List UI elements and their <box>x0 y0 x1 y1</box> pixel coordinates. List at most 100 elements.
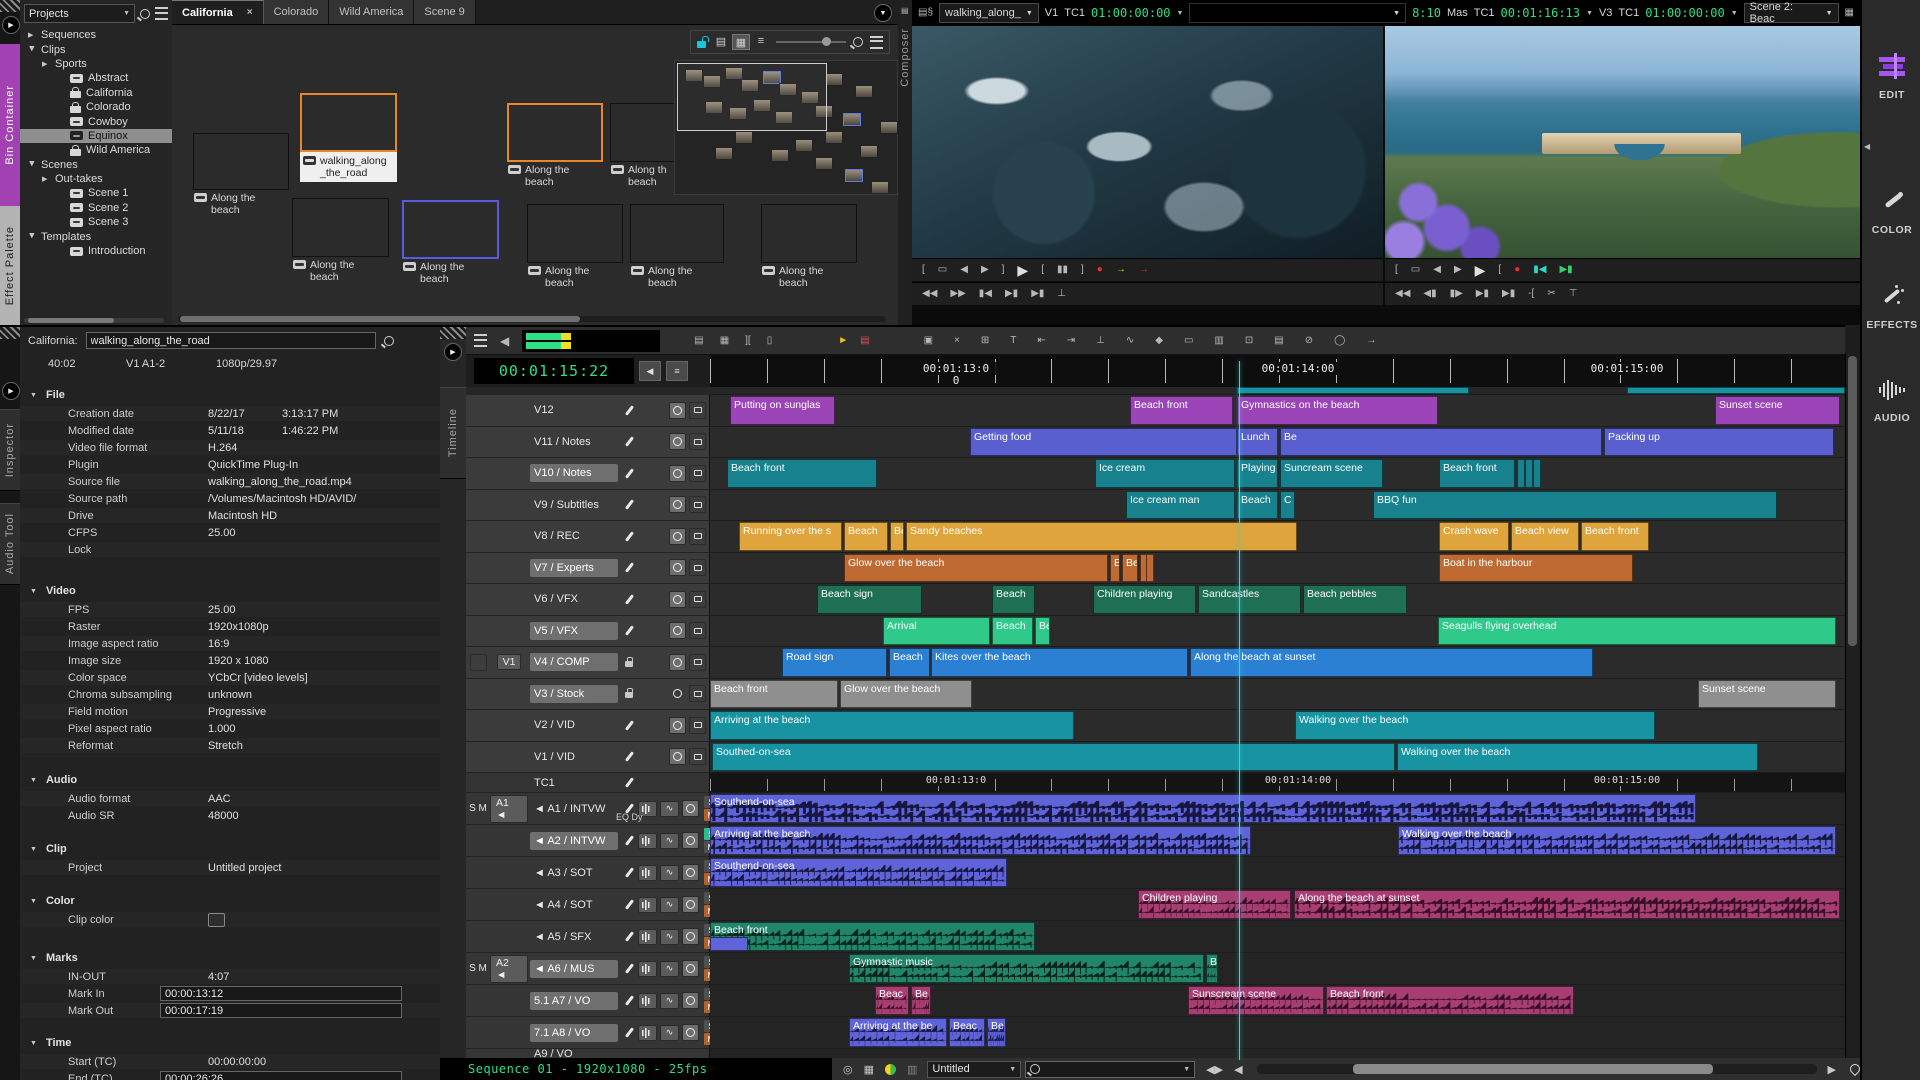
collapse-arrow-icon[interactable]: ◀ <box>1864 142 1870 151</box>
rewind-icon[interactable]: ◀◀ <box>922 289 937 299</box>
clip-lunch[interactable]: Lunch <box>1237 428 1278 457</box>
clip-color-checkbox[interactable] <box>208 913 225 927</box>
search-icon[interactable] <box>140 9 150 19</box>
track-name-button[interactable]: ◄ A2 / INTVW <box>530 832 618 850</box>
smart-tool-segment-icon[interactable]: ▤ <box>860 336 869 346</box>
tree-item-sports[interactable]: ▶Sports <box>20 57 172 71</box>
clip-bbq-fun[interactable]: BBQ fun <box>1373 491 1777 520</box>
patch-button[interactable]: V1 <box>497 654 522 670</box>
overwrite-icon[interactable]: → <box>1139 265 1149 275</box>
pen-icon[interactable] <box>624 963 633 974</box>
bin-clip-along-the-beach[interactable]: Along the beach <box>630 204 724 291</box>
cut-icon[interactable]: × <box>954 336 960 346</box>
patch-button[interactable]: A1 ◄ <box>490 795 528 823</box>
record-monitor-icon[interactable] <box>689 496 706 513</box>
audio-out-icon[interactable]: ▶▮ <box>1559 265 1572 275</box>
audio-clip-along-the-beach-at-sunset[interactable]: Along the beach at sunset <box>1294 890 1840 919</box>
scroll-right-icon[interactable]: ▶ <box>1828 1063 1836 1076</box>
film-icon[interactable]: ▦ <box>1845 8 1854 18</box>
automation-icon[interactable]: ∿ <box>660 865 679 881</box>
track-name-button[interactable]: V6 / VFX <box>530 590 618 608</box>
filmstrip-icon[interactable]: ▤ <box>694 336 703 346</box>
tree-item-cowboy[interactable]: Cowboy <box>20 114 172 128</box>
color-indicator-icon[interactable] <box>885 1064 896 1075</box>
track-name-button[interactable]: V2 / VID <box>530 716 618 734</box>
panel-play-button[interactable]: ▶ <box>2 16 20 34</box>
clip-beach[interactable]: Beach <box>992 617 1033 646</box>
bin-clip-along-the-beach[interactable]: Along the beach <box>527 204 623 291</box>
clip-sunset-scene[interactable]: Sunset scene <box>1715 396 1840 425</box>
automation-icon[interactable]: ∿ <box>660 993 679 1009</box>
mini-thumbnail[interactable] <box>825 131 843 144</box>
section-marks[interactable]: ▼Marks <box>30 952 78 964</box>
mini-thumbnail[interactable] <box>715 147 733 160</box>
trim-in-icon[interactable]: ][ <box>745 336 751 346</box>
frame-icon[interactable]: ▭ <box>1411 265 1420 275</box>
pen-icon[interactable] <box>624 405 633 416</box>
waveform-icon[interactable] <box>638 833 657 849</box>
timeline-vscrollbar[interactable] <box>1845 353 1859 1058</box>
align-bottom-icon[interactable]: ⇥ <box>1067 336 1075 346</box>
power-icon[interactable] <box>669 433 686 450</box>
tree-item-sequences[interactable]: ▶Sequences <box>20 28 172 42</box>
clip-packing-up[interactable]: Packing up <box>1604 428 1834 457</box>
list-view-icon[interactable]: ≡ <box>753 34 769 48</box>
track-name-button[interactable]: V4 / COMP <box>530 653 618 671</box>
panel-play-button[interactable]: ▶ <box>444 343 462 361</box>
speaker-icon[interactable]: ◀ <box>500 335 509 347</box>
record-tc-dropdown[interactable]: ▼ <box>1731 10 1738 17</box>
bin-clip-along-the-beach[interactable]: Along the beach <box>402 200 499 287</box>
tree-item-introduction[interactable]: Introduction <box>20 244 172 258</box>
bin-menu-icon[interactable] <box>870 36 883 49</box>
pen-icon[interactable] <box>624 625 633 636</box>
go-in-icon[interactable]: ▶▮ <box>1476 289 1489 299</box>
section-color[interactable]: ▼Color <box>30 895 75 907</box>
mini-thumbnail[interactable] <box>845 169 863 182</box>
pen-icon[interactable] <box>624 899 633 910</box>
clip-seagulls-flying-overhead[interactable]: Seagulls flying overhead <box>1438 617 1836 646</box>
bin-tab-scene-9[interactable]: Scene 9 <box>414 0 475 24</box>
waveform-icon[interactable] <box>638 961 657 977</box>
clip-beach-sign[interactable]: Beach sign <box>817 585 922 614</box>
clip-beach-front[interactable]: Beach front <box>727 459 877 488</box>
bin-clip-along-the-beach[interactable]: Along the beach <box>292 198 389 285</box>
grid-icon[interactable]: ⊞ <box>981 336 989 346</box>
track-name-button[interactable]: TC1 <box>530 774 618 792</box>
step-back-icon[interactable]: ◀ <box>1433 265 1441 275</box>
power-icon[interactable] <box>682 1024 699 1041</box>
record-icon[interactable]: ● <box>1097 265 1103 275</box>
pen-icon[interactable] <box>624 1027 633 1038</box>
step-fwd-icon[interactable]: ▶ <box>1454 265 1462 275</box>
text-tool-icon[interactable]: T <box>1010 336 1016 346</box>
rows-icon[interactable]: ▥ <box>1214 336 1223 346</box>
clip-beach-front[interactable]: Beach front <box>1581 522 1649 551</box>
clip-beach-view[interactable]: Beach view <box>1511 522 1579 551</box>
pen-icon[interactable] <box>624 995 633 1006</box>
clip-getting-food[interactable]: Getting food <box>970 428 1237 457</box>
tab-bin-container[interactable]: Bin Container <box>0 44 20 206</box>
bin-menu-button[interactable]: ▼ <box>874 4 892 22</box>
audio-clip-arriving-at-the-beach[interactable]: Arriving at the beach <box>710 826 1251 855</box>
pen-icon[interactable] <box>624 562 633 573</box>
section-time[interactable]: ▼Time <box>30 1037 71 1049</box>
record-monitor-icon[interactable] <box>689 622 706 639</box>
mark-in-icon[interactable]: [ <box>922 265 925 275</box>
go-out-icon[interactable]: ▶▮ <box>1005 289 1018 299</box>
timeline-ruler[interactable]: 00:01:13:0000:01:14:0000:01:15:00 <box>710 355 1845 387</box>
section-audio[interactable]: ▼Audio <box>30 774 77 786</box>
projects-dropdown[interactable]: Projects ▼ <box>24 4 135 23</box>
clip-beach-front[interactable]: Beach front <box>1439 459 1515 488</box>
clip-glow-over-the-beach[interactable]: Glow over the beach <box>844 554 1108 583</box>
clip-beach[interactable]: Beach <box>1237 491 1278 520</box>
record-monitor-icon[interactable] <box>689 591 706 608</box>
source-monitor-video[interactable] <box>912 26 1383 258</box>
go-end-icon[interactable]: ▶▮ <box>1031 289 1044 299</box>
track-name-button[interactable]: V8 / REC <box>530 527 618 545</box>
timeline-menu-icon[interactable] <box>474 334 487 347</box>
play-icon[interactable]: ▶ <box>1017 263 1028 277</box>
in-icon[interactable]: [ <box>1041 265 1044 275</box>
clip-putting-on-sunglas[interactable]: Putting on sunglas <box>730 396 835 425</box>
power-icon[interactable] <box>669 717 686 734</box>
power-icon[interactable] <box>669 685 686 702</box>
audio-clip-children-playing[interactable]: Children playing <box>1138 890 1291 919</box>
